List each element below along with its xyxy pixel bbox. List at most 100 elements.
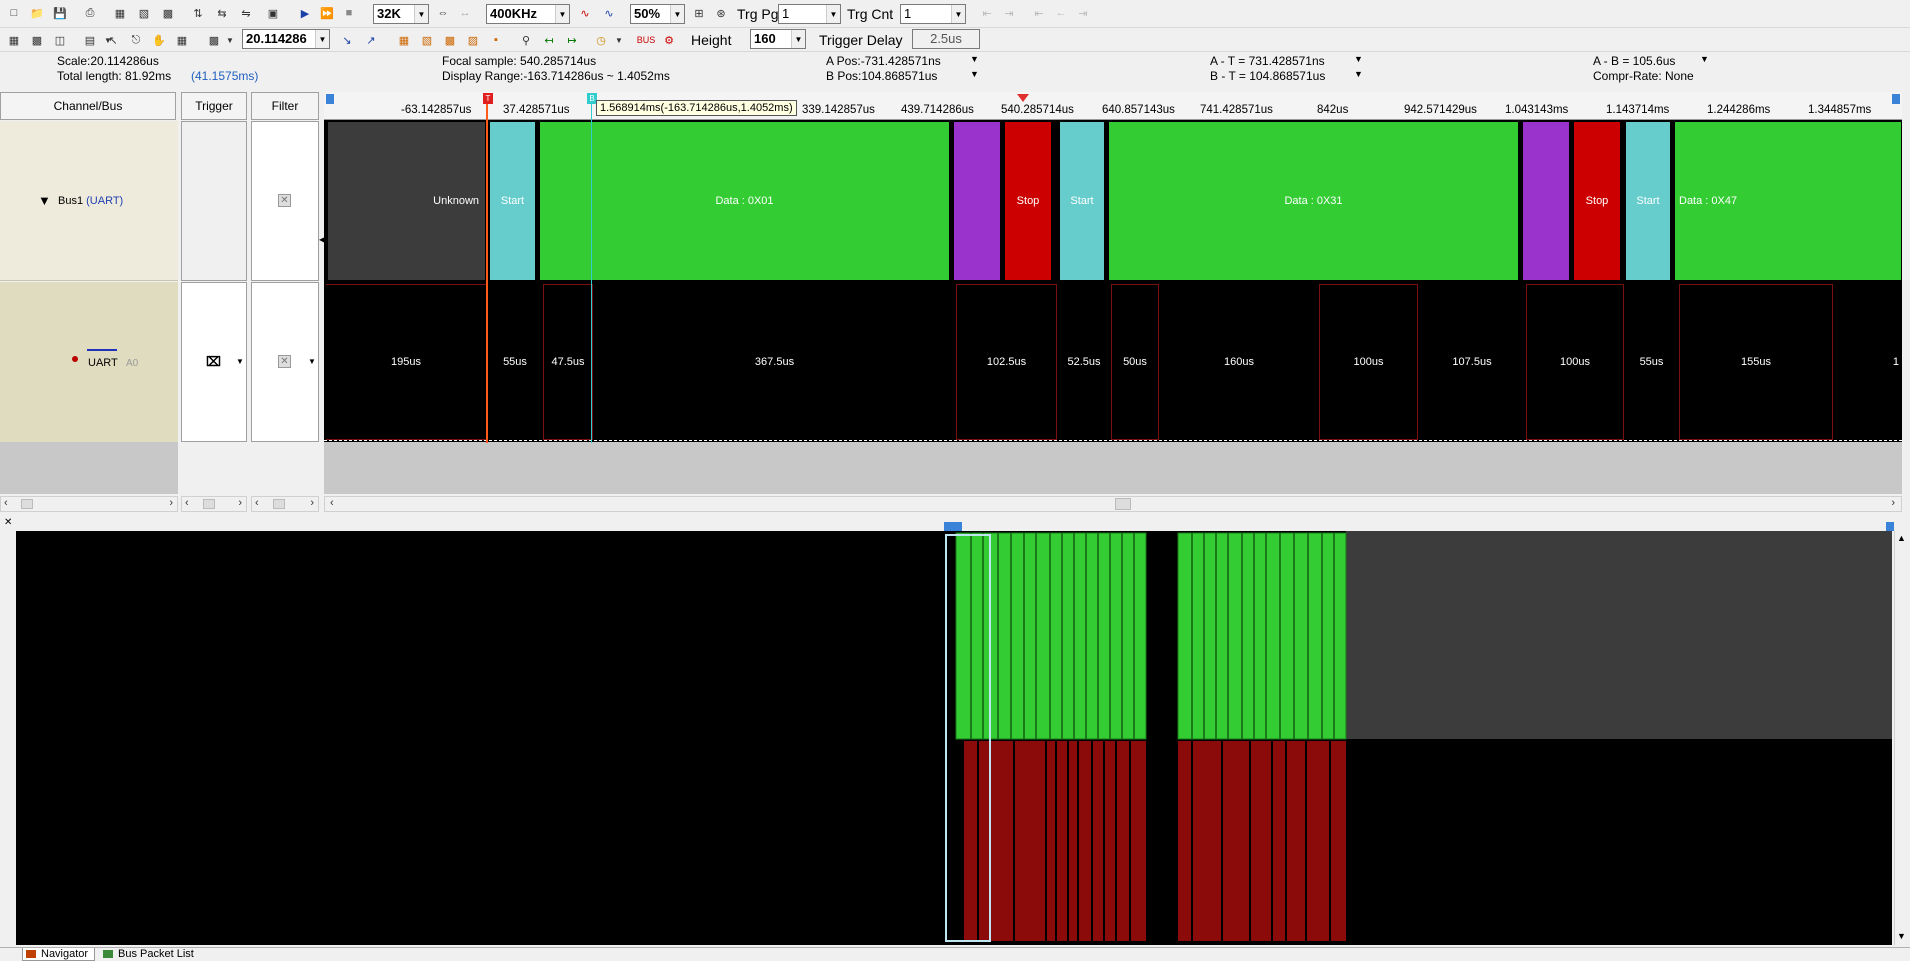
bus-segment-start[interactable]: Start <box>1624 122 1672 280</box>
trigger-dontcare-icon[interactable]: ⌧ <box>206 354 221 370</box>
bus-segment-parity[interactable] <box>952 122 1002 280</box>
expand-icon[interactable]: ⊛ <box>712 4 730 22</box>
hand-icon[interactable]: ✋ <box>150 31 168 49</box>
list-icon[interactable]: ▤ <box>81 31 99 49</box>
bus-row[interactable]: ▼ Bus1 (UART) <box>0 121 178 281</box>
filter-channel-icon[interactable]: ✕ <box>278 355 291 368</box>
stop-icon[interactable]: ■ <box>340 4 358 22</box>
open-folder-icon[interactable]: 📁 <box>28 4 46 22</box>
pulse-duration[interactable]: 367.5us <box>594 284 955 440</box>
bus-segment-data[interactable]: Data : 0X47 <box>1673 122 1901 280</box>
bus-segment-data[interactable]: Data : 0X31 <box>1107 122 1520 280</box>
new-file-icon[interactable]: □ <box>5 4 23 22</box>
bus-segment-stop[interactable]: Stop <box>1572 122 1622 280</box>
trigger-header[interactable]: Trigger <box>181 92 247 120</box>
a-pos-dropdown-icon[interactable]: ▼ <box>970 54 979 64</box>
pulse-duration[interactable]: 160us <box>1160 284 1318 440</box>
filter-dropdown-icon[interactable]: ▼ <box>308 357 316 366</box>
bus-add-icon[interactable]: ▦ <box>395 31 413 49</box>
sample-rate-select[interactable]: 400KHz ▼ <box>486 4 570 24</box>
scroll-down-icon[interactable]: ▼ <box>1897 931 1906 941</box>
device-icon[interactable]: ▣ <box>264 4 282 22</box>
filter-bus-cell[interactable]: ✕ <box>251 121 319 281</box>
collapse-icon[interactable]: ▼ <box>38 193 51 208</box>
height-select[interactable]: 160 ▼ <box>750 29 806 49</box>
scale-select[interactable]: 20.114286 ▼ <box>242 29 330 49</box>
save-icon[interactable]: 💾 <box>51 4 69 22</box>
pulse-width-icon[interactable]: ⇅ <box>189 4 207 22</box>
fit-icon[interactable]: ⊞ <box>690 4 708 22</box>
grid-icon[interactable]: ▩ <box>28 31 46 49</box>
zoom-in-icon[interactable]: ⇔ <box>434 4 452 22</box>
channel-scrollbar[interactable]: ‹ › <box>0 496 178 512</box>
bus-settings-icon[interactable]: ▪ <box>487 31 505 49</box>
pulse-duration[interactable]: 102.5us <box>956 284 1057 440</box>
cursor-b-line[interactable] <box>591 93 592 443</box>
ruler-start-marker-icon[interactable] <box>326 94 334 104</box>
filter-channel-cell[interactable]: ✕ ▼ <box>251 282 319 442</box>
navigator-view-marker-icon[interactable] <box>944 522 962 531</box>
pulse-duration[interactable]: 50us <box>1111 284 1159 440</box>
ruler-end-marker-icon[interactable] <box>1892 94 1900 104</box>
trigger-scrollbar[interactable]: ‹ › <box>181 496 247 512</box>
pulse-duration[interactable]: 155us <box>1679 284 1833 440</box>
pulse-duration[interactable]: 107.5us <box>1419 284 1525 440</box>
pulse-blue-icon[interactable]: ∿ <box>600 4 618 22</box>
capture-settings-icon[interactable]: ▦ <box>111 4 129 22</box>
pulse-red-icon[interactable]: ∿ <box>576 4 594 22</box>
pulse-duration[interactable]: 1 <box>1834 284 1900 440</box>
navigator-vscroll[interactable]: ▲ ▼ <box>1894 531 1908 945</box>
search-icon[interactable]: ⚲ <box>517 31 535 49</box>
trigger-delay-input[interactable]: 2.5us <box>912 29 980 49</box>
last-page-icon[interactable]: ⇥ <box>1074 4 1092 22</box>
pulse-duration[interactable]: 55us <box>488 284 542 440</box>
prev-page-icon[interactable]: ← <box>1052 4 1070 22</box>
pulse-duration[interactable]: 47.5us <box>543 284 593 440</box>
bus-edit-icon[interactable]: ▧ <box>418 31 436 49</box>
pulse-duration[interactable]: 52.5us <box>1058 284 1110 440</box>
scroll-up-icon[interactable]: ▲ <box>1897 533 1906 543</box>
pulse-duration[interactable]: 195us <box>326 284 487 440</box>
filter-header[interactable]: Filter <box>251 92 319 120</box>
pulse-duration[interactable]: 100us <box>1319 284 1418 440</box>
bus-segment-parity[interactable] <box>1521 122 1571 280</box>
cursor-a-line[interactable] <box>486 93 488 443</box>
print-icon[interactable]: ⎙ <box>81 4 99 22</box>
channel-row[interactable]: UART A0 <box>0 282 178 442</box>
zoom-out-icon[interactable]: ↔ <box>456 4 474 22</box>
filter-scrollbar[interactable]: ‹ › <box>251 496 319 512</box>
channel-bus-header[interactable]: Channel/Bus <box>0 92 176 120</box>
b-t-dropdown-icon[interactable]: ▼ <box>1354 69 1363 79</box>
run-icon[interactable]: ▶ <box>296 4 314 22</box>
cursor-measure-icon[interactable]: ⇆ <box>213 4 231 22</box>
zoom-in-scale-icon[interactable]: ↘ <box>338 31 356 49</box>
select-tool-icon[interactable]: ⎋ <box>127 31 145 49</box>
trg-pg-select[interactable]: 1 ▼ <box>778 4 841 24</box>
prev-trigger-icon[interactable]: ⇤ <box>978 4 996 22</box>
search-next-icon[interactable]: ↦ <box>563 31 581 49</box>
display-mode-dropdown-icon[interactable]: ▼ <box>221 31 239 49</box>
waveform-scrollbar[interactable]: ‹ › <box>324 496 1902 512</box>
waveform-icon[interactable]: ⇋ <box>237 4 255 22</box>
bus-icon[interactable]: BUS <box>637 31 656 49</box>
a-b-dropdown-icon[interactable]: ▼ <box>1700 54 1709 64</box>
clock-dropdown-icon[interactable]: ▼ <box>610 31 628 49</box>
run-continuous-icon[interactable]: ⏩ <box>318 4 336 22</box>
bus-decode-icon[interactable]: ▩ <box>441 31 459 49</box>
layers-icon[interactable]: ◫ <box>51 31 69 49</box>
pointer-icon[interactable]: ↖ <box>104 31 122 49</box>
tab-navigator[interactable]: Navigator <box>22 948 96 961</box>
b-pos-dropdown-icon[interactable]: ▼ <box>970 69 979 79</box>
bus-segment-data[interactable]: Data : 0X01 <box>538 122 951 280</box>
bus-segment-stop[interactable]: Stop <box>1003 122 1053 280</box>
navigator-panel[interactable] <box>16 531 1892 945</box>
splitter-arrow-icon[interactable]: ◀ <box>319 235 325 249</box>
channel-settings-icon[interactable]: ▩ <box>159 4 177 22</box>
table-icon[interactable]: ▦ <box>5 31 23 49</box>
clock-icon[interactable]: ◷ <box>592 31 610 49</box>
filter-bus-icon[interactable]: ✕ <box>278 194 291 207</box>
trigger-settings-icon[interactable]: ▧ <box>135 4 153 22</box>
cursor-a-marker-icon[interactable]: T <box>483 93 493 104</box>
search-prev-icon[interactable]: ↤ <box>540 31 558 49</box>
zoom-out-scale-icon[interactable]: ↗ <box>362 31 380 49</box>
